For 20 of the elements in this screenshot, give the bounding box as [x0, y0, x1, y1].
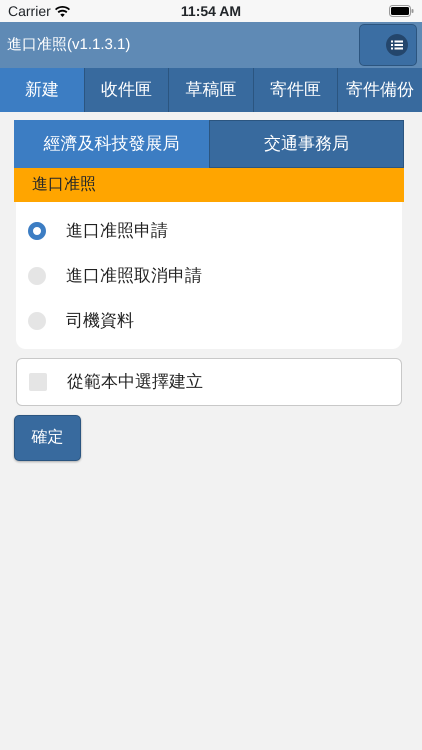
confirm-button[interactable]: 確定 [14, 415, 81, 461]
section-title: 進口准照 [14, 168, 404, 202]
option-label[interactable]: 進口准照取消申請 [66, 262, 202, 288]
app-title: 進口准照(v1.1.3.1) [7, 34, 130, 55]
option-label[interactable]: 進口准照申請 [66, 218, 168, 244]
wifi-icon [54, 6, 70, 16]
option-label[interactable]: 司機資料 [66, 308, 134, 334]
nav-tab[interactable]: 新建 [0, 68, 85, 112]
battery-icon [389, 5, 414, 17]
carrier-label: Carrier [8, 2, 51, 20]
radio-button[interactable] [28, 222, 46, 240]
checkbox-label[interactable]: 從範本中選擇建立 [67, 369, 203, 395]
checkbox[interactable] [29, 373, 47, 391]
department-tab[interactable]: 交通事務局 [209, 120, 404, 168]
radio-button[interactable] [28, 312, 46, 330]
clock-time: 11:54 AM [180, 2, 242, 20]
list-icon [386, 34, 408, 56]
menu-button[interactable] [359, 24, 417, 66]
radio-button[interactable] [28, 266, 46, 284]
department-tab[interactable]: 經濟及科技發展局 [14, 120, 209, 168]
